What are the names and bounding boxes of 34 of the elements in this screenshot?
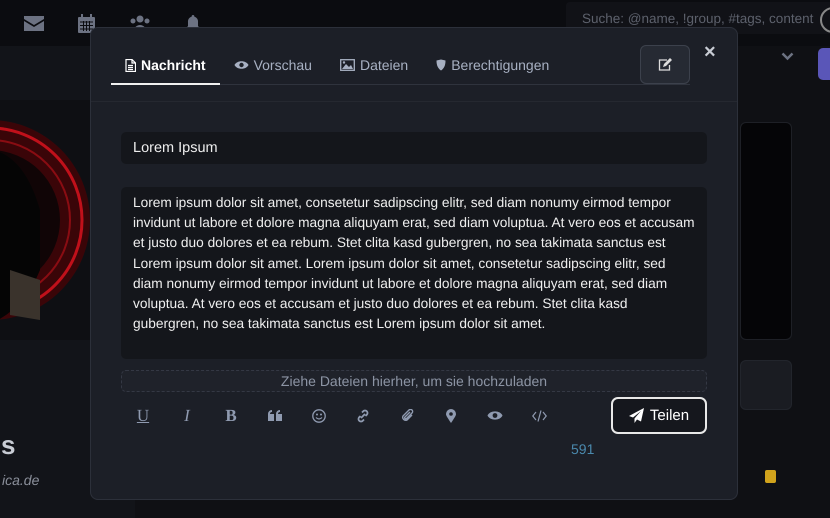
tab[interactable]: Dateien: [326, 47, 422, 85]
chevron-down-icon[interactable]: [781, 52, 794, 61]
title-field[interactable]: Lorem Ipsum: [121, 132, 707, 164]
code-icon[interactable]: [532, 410, 546, 422]
tab[interactable]: Vorschau: [220, 47, 326, 85]
profile-name: s: [1, 430, 16, 460]
tab[interactable]: Berechtigungen: [422, 47, 564, 85]
eye-icon[interactable]: [487, 410, 503, 421]
character-counter: 591: [571, 441, 594, 457]
card-background: [740, 360, 792, 410]
close-button[interactable]: ×: [704, 42, 716, 62]
upload-dropzone[interactable]: Ziehe Dateien hierher, um sie hochzuladen: [121, 370, 707, 392]
profile-email: ica.de: [2, 472, 40, 488]
calendar-icon[interactable]: [78, 14, 95, 32]
badge-icon: [765, 470, 776, 483]
tab[interactable]: Nachricht: [111, 47, 220, 85]
eye-icon: [234, 60, 249, 70]
document-icon: [125, 58, 136, 72]
bold-button[interactable]: B: [225, 406, 237, 426]
underline-button[interactable]: U: [136, 406, 150, 426]
paper-plane-icon: [628, 408, 644, 423]
edit-icon: [658, 58, 672, 71]
quote-icon[interactable]: [268, 410, 282, 421]
shield-icon: [436, 59, 446, 71]
message-field[interactable]: Lorem ipsum dolor sit amet, consetetur sadipscing elitr, sed diam nonumy eirmod tempor invidunt ut labore et dolore magna aliquyam erat, sed diam voluptua. At vero eos et accusam et justo duo dolores et ea rebum. Stet clita kasd gubergren, no sea takimata sanctus est Lorem ipsum dolor sit amet. Lorem ipsum dolor sit amet, consetetur sadipscing elitr, sed diam nonumy eirmod tempor invidunt ut labore et dolore magna aliquyam erat, sed diam voluptua. At vero eos et accusam et justo duo dolores et ea rebum. Stet clita kasd gubergren, no sea takimata sanctus est Lorem ipsum dolor sit amet.: [121, 187, 707, 359]
italic-button[interactable]: I: [184, 406, 190, 426]
smiley-icon[interactable]: [312, 408, 326, 422]
link-icon[interactable]: [356, 408, 370, 422]
share-button[interactable]: Teilen: [611, 397, 707, 434]
paperclip-icon[interactable]: [400, 408, 414, 422]
map-pin-icon[interactable]: [446, 408, 456, 422]
edit-button[interactable]: [640, 45, 690, 84]
mail-icon[interactable]: [24, 16, 44, 30]
image-icon: [340, 59, 355, 71]
